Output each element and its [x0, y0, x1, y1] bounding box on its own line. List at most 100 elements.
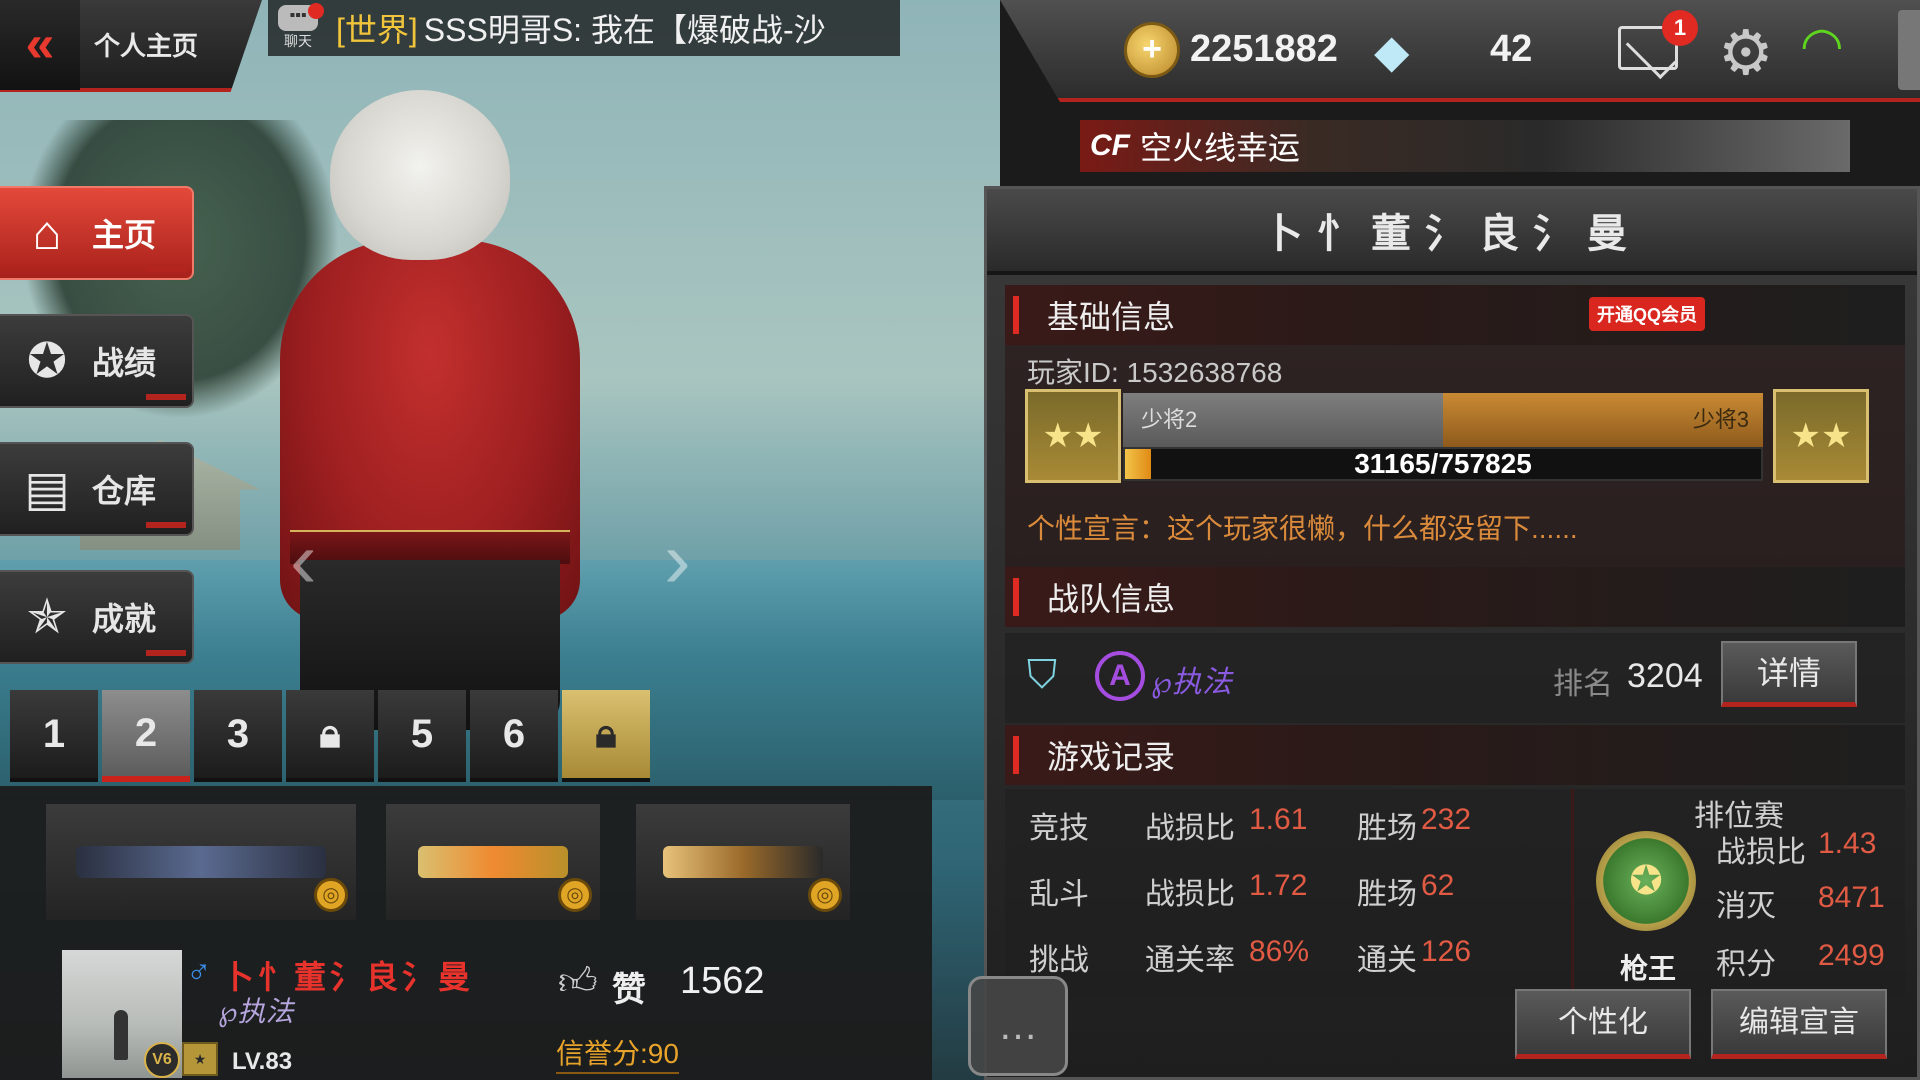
player-card: V6 ★ ♂ 卜忄董氵良氵曼 ℘执法 LV.83 👍︎ 赞 1562 信誉分:9… — [62, 950, 932, 1080]
vip-badge: V6 — [144, 1042, 180, 1078]
slot-tab-1[interactable]: 1 — [10, 690, 98, 782]
chat-icon-label: 聊天 — [284, 33, 312, 49]
chat-notification-dot — [308, 3, 324, 19]
rotate-left-icon[interactable]: ‹ — [290, 520, 330, 600]
character-hair — [330, 90, 510, 260]
weapon-slot-melee[interactable]: ◎ — [636, 804, 850, 920]
trophy-star-icon: ✯ — [26, 591, 68, 644]
record-row: 竞技 战损比 1.61 胜场 232 — [1005, 803, 1545, 863]
section-marker — [1013, 578, 1019, 616]
credit-score[interactable]: 信誉分:90 — [556, 1032, 679, 1074]
banner-text: 空火线幸运 — [1140, 130, 1301, 166]
nav-warehouse-label: 仓库 — [92, 473, 157, 509]
player-level: LV.83 — [232, 1048, 293, 1075]
chat-message: SSS明哥S: 我在【爆破战-沙 — [423, 12, 826, 48]
record-row: 挑战 通关率 86% 通关 126 — [1005, 935, 1545, 995]
player-motto: 个性宣言：这个玩家很懒，什么都没留下...... — [1027, 513, 1578, 544]
gender-male-icon: ♂ — [186, 952, 212, 990]
xp-text: 31165/757825 — [1354, 448, 1532, 479]
rank-insignia-icon: ★ — [182, 1042, 218, 1076]
current-rank-label: 少将2 — [1123, 393, 1463, 447]
character-model[interactable] — [240, 90, 660, 730]
side-nav: ⌂ 主页 ✪ 战绩 ▤ 仓库 ✯ 成就 — [0, 186, 196, 698]
record-value: 232 — [1421, 803, 1472, 836]
record-row: 乱斗 战损比 1.72 胜场 62 — [1005, 869, 1545, 929]
game-records: 竞技 战损比 1.61 胜场 232 乱斗 战损比 1.72 胜场 62 挑战 … — [1005, 789, 1905, 997]
nav-record-label: 战绩 — [92, 345, 157, 381]
floating-chat-icon[interactable]: … — [968, 976, 1068, 1076]
page-title: 个人主页 — [94, 30, 199, 61]
record-key: 通关率 — [1145, 944, 1235, 977]
slot-tab-3[interactable]: 3 — [194, 690, 282, 782]
diamond-add-icon[interactable]: ◆ — [1374, 24, 1428, 78]
rotate-right-icon[interactable]: › — [664, 520, 704, 600]
team-info-title: 战队信息 — [1047, 581, 1176, 617]
blade-icon — [663, 846, 823, 878]
double-chevron-left-icon[interactable]: « — [0, 0, 80, 90]
drawer-handle[interactable] — [1898, 10, 1920, 90]
diamond-amount: 42 — [1490, 28, 1533, 70]
crate-icon: ▤ — [24, 463, 70, 516]
game-records-title: 游戏记录 — [1047, 739, 1176, 775]
record-value: 1.61 — [1249, 803, 1308, 836]
record-key: 胜场 — [1357, 878, 1417, 911]
weapon-slot-primary[interactable]: ◎ — [46, 804, 356, 920]
rank-track: 少将2 少将3 — [1123, 393, 1763, 447]
player-id: 玩家ID: 1532638768 — [1027, 357, 1283, 388]
chat-icon[interactable]: ▪▪▪ 聊天 — [268, 1, 328, 55]
nav-home-button[interactable]: ⌂ 主页 — [0, 186, 194, 280]
record-mode: 竞技 — [1029, 812, 1089, 845]
nav-achievement-button[interactable]: ✯ 成就 — [0, 570, 194, 664]
team-detail-button[interactable]: 详情 — [1721, 641, 1857, 707]
like-count: 1562 — [680, 960, 765, 1002]
current-rank-badge-icon: ★★ — [1025, 389, 1121, 483]
avatar-figure — [114, 1010, 128, 1060]
record-value: 126 — [1421, 935, 1472, 968]
ranked-stats: 排位赛 ✪ 枪王 战损比 1.43 消灭 8471 积分 2499 — [1571, 789, 1905, 997]
slot-tab-7-locked[interactable]: 🔒︎ — [562, 690, 650, 782]
ranked-emblem-label: 枪王 — [1620, 953, 1677, 984]
ranked-key: 积分 — [1716, 948, 1776, 981]
event-banner[interactable]: CF 空火线幸运 — [1080, 120, 1850, 172]
gear-icon[interactable]: ⚙ — [1718, 16, 1774, 89]
gun-king-emblem-icon: ✪ — [1596, 831, 1696, 931]
world-chat-bar[interactable]: ▪▪▪ 聊天 [世界] SSS明哥S: 我在【爆破战-沙 — [268, 0, 900, 56]
gold-coin-add-icon[interactable]: + — [1124, 22, 1180, 78]
character-belt — [290, 530, 570, 564]
nav-warehouse-button[interactable]: ▤ 仓库 — [0, 442, 194, 536]
rifle-icon — [76, 846, 326, 878]
ranked-value: 1.43 — [1818, 827, 1877, 860]
player-team-tag: ℘执法 — [218, 996, 294, 1027]
loadout-slot-tabs: 1 2 3 🔒︎ 5 6 🔒︎ — [10, 690, 654, 782]
record-mode: 乱斗 — [1029, 878, 1089, 911]
slot-tab-5[interactable]: 5 — [378, 690, 466, 782]
team-level-a-icon: A — [1095, 651, 1145, 701]
game-records-header: 游戏记录 — [1005, 725, 1905, 785]
ranked-key: 消灭 — [1716, 890, 1776, 923]
slot-tab-6[interactable]: 6 — [470, 690, 558, 782]
cf-logo-icon: CF — [1090, 129, 1130, 162]
team-row: ⛉ A ℘执法 排名 3204 详情 — [1005, 633, 1905, 723]
slot-tab-4-locked[interactable]: 🔒︎ — [286, 690, 374, 782]
record-mode: 挑战 — [1029, 944, 1089, 977]
like-label: 赞 — [612, 971, 646, 1009]
section-marker — [1013, 296, 1019, 334]
thumbs-up-icon[interactable]: 👍︎ — [558, 960, 598, 1005]
team-info-header: 战队信息 — [1005, 567, 1905, 627]
pistol-icon — [418, 846, 568, 878]
nav-record-button[interactable]: ✪ 战绩 — [0, 314, 194, 408]
gold-amount: 2251882 — [1190, 28, 1338, 70]
edit-motto-button[interactable]: 编辑宣言 — [1711, 989, 1887, 1059]
weapon-slot-secondary[interactable]: ◎ — [386, 804, 600, 920]
slot-tab-2[interactable]: 2 — [102, 690, 190, 782]
record-value: 86% — [1249, 935, 1310, 968]
record-key: 战损比 — [1145, 812, 1235, 845]
profile-panel: 卜忄董氵良氵曼 基础信息 开通QQ会员 玩家ID: 1532638768 ★★ … — [984, 186, 1920, 1080]
star-wings-icon: ✪ — [26, 335, 68, 388]
qq-member-button[interactable]: 开通QQ会员 — [1588, 297, 1705, 331]
nav-home-label: 主页 — [92, 217, 157, 253]
upgrade-badge-icon: ◎ — [808, 878, 842, 912]
record-key: 通关 — [1357, 944, 1417, 977]
personalize-button[interactable]: 个性化 — [1515, 989, 1691, 1059]
next-rank-badge-icon: ★★ — [1773, 389, 1869, 483]
